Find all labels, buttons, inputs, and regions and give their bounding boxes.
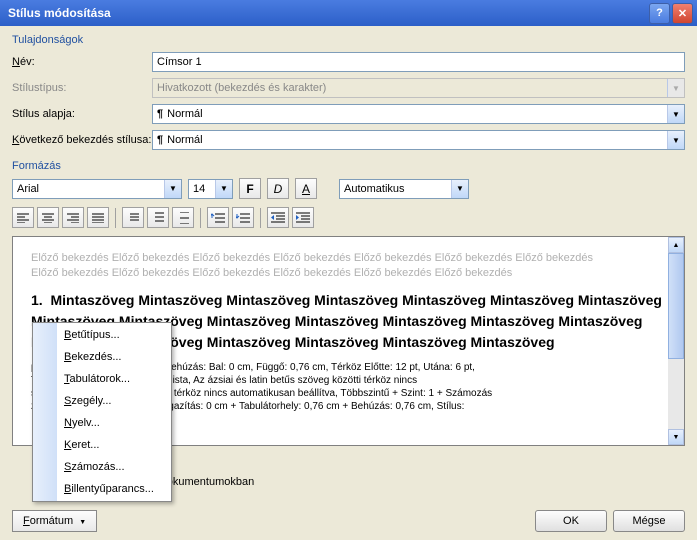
menu-item-font[interactable]: Betűtípus... bbox=[34, 324, 170, 346]
color-select[interactable]: Automatikus ▼ bbox=[339, 179, 469, 199]
properties-section-title: Tulajdonságok bbox=[12, 34, 685, 46]
align-left-button[interactable] bbox=[12, 207, 34, 228]
dropdown-arrow-icon: ▼ bbox=[79, 519, 86, 526]
name-input[interactable] bbox=[152, 52, 685, 72]
align-center-button[interactable] bbox=[37, 207, 59, 228]
decrease-indent-button[interactable] bbox=[267, 207, 289, 228]
basedon-label: Stílus alapja: bbox=[12, 108, 152, 120]
menu-item-language[interactable]: Nyelv... bbox=[34, 412, 170, 434]
underline-button[interactable]: A bbox=[295, 178, 317, 199]
menu-item-shortcut[interactable]: Billentyűparancs... bbox=[34, 478, 170, 500]
cancel-button[interactable]: Mégse bbox=[613, 510, 685, 532]
dialog-title: Stílus módosítása bbox=[4, 6, 647, 20]
following-select[interactable]: ¶Normál ▼ bbox=[152, 130, 685, 150]
chevron-down-icon[interactable]: ▼ bbox=[164, 180, 181, 198]
ok-button[interactable]: OK bbox=[535, 510, 607, 532]
close-button[interactable]: ✕ bbox=[672, 3, 693, 24]
increase-indent-button[interactable] bbox=[292, 207, 314, 228]
italic-button[interactable]: D bbox=[267, 178, 289, 199]
chevron-down-icon[interactable]: ▼ bbox=[667, 131, 684, 149]
menu-item-tabs[interactable]: Tabulátorok... bbox=[34, 368, 170, 390]
pilcrow-icon: ¶ bbox=[157, 108, 163, 120]
following-label: Következő bekezdés stílusa: bbox=[12, 134, 152, 146]
space-before-increase-button[interactable] bbox=[207, 207, 229, 228]
font-select[interactable]: Arial ▼ bbox=[12, 179, 182, 199]
styletype-select: Hivatkozott (bekezdés és karakter) ▼ bbox=[152, 78, 685, 98]
pilcrow-icon: ¶ bbox=[157, 134, 163, 146]
chevron-down-icon[interactable]: ▼ bbox=[667, 105, 684, 123]
format-context-menu: Betűtípus... Bekezdés... Tabulátorok... … bbox=[32, 322, 172, 502]
scroll-down-icon[interactable]: ▼ bbox=[668, 429, 684, 445]
chevron-down-icon: ▼ bbox=[667, 79, 684, 97]
align-right-button[interactable] bbox=[62, 207, 84, 228]
bold-button[interactable]: F bbox=[239, 178, 261, 199]
format-dropdown-button[interactable]: Formátum ▼ bbox=[12, 510, 97, 532]
chevron-down-icon[interactable]: ▼ bbox=[215, 180, 232, 198]
preview-scrollbar[interactable]: ▲ ▼ bbox=[668, 237, 684, 445]
menu-item-numbering[interactable]: Számozás... bbox=[34, 456, 170, 478]
dialog-titlebar: Stílus módosítása ? ✕ bbox=[0, 0, 697, 26]
space-before-decrease-button[interactable] bbox=[232, 207, 254, 228]
question-icon: ? bbox=[656, 7, 663, 19]
chevron-down-icon[interactable]: ▼ bbox=[451, 180, 468, 198]
size-select[interactable]: 14 ▼ bbox=[188, 179, 233, 199]
help-button[interactable]: ? bbox=[649, 3, 670, 24]
line-spacing-15-button[interactable] bbox=[147, 207, 169, 228]
line-spacing-1-button[interactable] bbox=[122, 207, 144, 228]
align-justify-button[interactable] bbox=[87, 207, 109, 228]
menu-item-paragraph[interactable]: Bekezdés... bbox=[34, 346, 170, 368]
basedon-select[interactable]: ¶Normál ▼ bbox=[152, 104, 685, 124]
menu-item-frame[interactable]: Keret... bbox=[34, 434, 170, 456]
format-section-title: Formázás bbox=[12, 160, 685, 172]
scroll-up-icon[interactable]: ▲ bbox=[668, 237, 684, 253]
previous-paragraph-text: Előző bekezdés Előző bekezdés Előző beke… bbox=[31, 251, 666, 282]
styletype-label: Stílustípus: bbox=[12, 82, 152, 94]
menu-item-border[interactable]: Szegély... bbox=[34, 390, 170, 412]
line-spacing-2-button[interactable] bbox=[172, 207, 194, 228]
close-icon: ✕ bbox=[678, 7, 687, 20]
name-label: Név: bbox=[12, 56, 152, 68]
